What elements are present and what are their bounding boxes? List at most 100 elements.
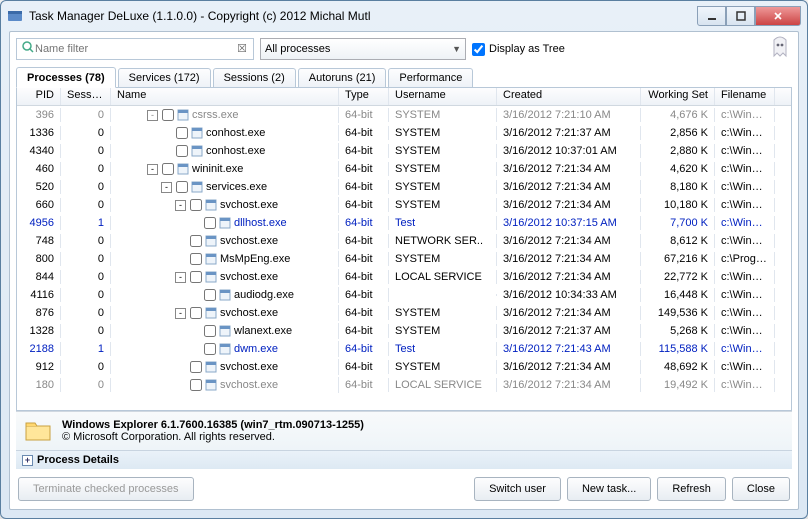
table-row[interactable]: 49561dllhost.exe64-bitTest3/16/2012 10:3… bbox=[17, 214, 791, 232]
tree-toggle-icon[interactable]: - bbox=[161, 182, 172, 193]
selected-copyright: © Microsoft Corporation. All rights rese… bbox=[62, 431, 275, 443]
process-name: svchost.exe bbox=[220, 235, 278, 247]
process-icon bbox=[204, 198, 218, 212]
row-checkbox[interactable] bbox=[204, 343, 216, 355]
client-area: ☒ All processes ▼ Display as Tree Proces… bbox=[9, 31, 799, 510]
expand-details-icon[interactable]: + bbox=[22, 455, 33, 466]
process-icon bbox=[204, 234, 218, 248]
table-row[interactable]: 8440-svchost.exe64-bitLOCAL SERVICE3/16/… bbox=[17, 268, 791, 286]
process-icon bbox=[176, 162, 190, 176]
row-checkbox[interactable] bbox=[190, 379, 202, 391]
row-checkbox[interactable] bbox=[190, 199, 202, 211]
app-window: Task Manager DeLuxe (1.1.0.0) - Copyrigh… bbox=[0, 0, 808, 519]
filter-box[interactable]: ☒ bbox=[16, 38, 254, 60]
maximize-button[interactable] bbox=[726, 6, 755, 26]
table-row[interactable]: 9120svchost.exe64-bitSYSTEM3/16/2012 7:2… bbox=[17, 358, 791, 376]
refresh-button[interactable]: Refresh bbox=[657, 477, 726, 501]
table-row[interactable]: 13360conhost.exe64-bitSYSTEM3/16/2012 7:… bbox=[17, 124, 791, 142]
col-workingset[interactable]: Working Set bbox=[641, 88, 715, 105]
button-bar: Terminate checked processes Switch user … bbox=[16, 469, 792, 503]
table-row[interactable]: 21881dwm.exe64-bitTest3/16/2012 7:21:43 … bbox=[17, 340, 791, 358]
chevron-down-icon: ▼ bbox=[452, 44, 461, 54]
tree-toggle-icon[interactable]: - bbox=[175, 272, 186, 283]
tree-toggle-icon[interactable]: - bbox=[147, 164, 158, 175]
col-username[interactable]: Username bbox=[389, 88, 497, 105]
process-name: conhost.exe bbox=[206, 145, 265, 157]
grid-body[interactable]: 3960-csrss.exe64-bitSYSTEM3/16/2012 7:21… bbox=[17, 106, 791, 410]
row-checkbox[interactable] bbox=[204, 217, 216, 229]
col-created[interactable]: Created bbox=[497, 88, 641, 105]
tree-check[interactable] bbox=[472, 43, 485, 56]
table-row[interactable]: 8760-svchost.exe64-bitSYSTEM3/16/2012 7:… bbox=[17, 304, 791, 322]
col-session[interactable]: Session bbox=[61, 88, 111, 105]
row-checkbox[interactable] bbox=[176, 145, 188, 157]
row-checkbox[interactable] bbox=[162, 163, 174, 175]
col-type[interactable]: Type bbox=[339, 88, 389, 105]
window-title: Task Manager DeLuxe (1.1.0.0) - Copyrigh… bbox=[29, 9, 697, 23]
table-row[interactable]: 43400conhost.exe64-bitSYSTEM3/16/2012 10… bbox=[17, 142, 791, 160]
process-name: services.exe bbox=[206, 181, 267, 193]
tab-strip: Processes (78)Services (172)Sessions (2)… bbox=[16, 66, 792, 88]
display-as-tree-checkbox[interactable]: Display as Tree bbox=[472, 43, 565, 56]
row-checkbox[interactable] bbox=[190, 361, 202, 373]
tab-services[interactable]: Services (172) bbox=[118, 68, 211, 87]
process-icon bbox=[190, 180, 204, 194]
process-icon bbox=[218, 342, 232, 356]
table-row[interactable]: 3960-csrss.exe64-bitSYSTEM3/16/2012 7:21… bbox=[17, 106, 791, 124]
col-name[interactable]: Name bbox=[111, 88, 339, 105]
process-name: svchost.exe bbox=[220, 307, 278, 319]
process-icon bbox=[204, 360, 218, 374]
tree-toggle-icon[interactable]: - bbox=[175, 308, 186, 319]
tab-autoruns[interactable]: Autoruns (21) bbox=[298, 68, 387, 87]
col-pid[interactable]: PID bbox=[17, 88, 61, 105]
col-filename[interactable]: Filename bbox=[715, 88, 775, 105]
table-row[interactable]: 8000MsMpEng.exe64-bitSYSTEM3/16/2012 7:2… bbox=[17, 250, 791, 268]
tree-toggle-icon[interactable]: - bbox=[147, 110, 158, 121]
minimize-button[interactable] bbox=[697, 6, 726, 26]
process-icon bbox=[190, 126, 204, 140]
table-row[interactable]: 4600-wininit.exe64-bitSYSTEM3/16/2012 7:… bbox=[17, 160, 791, 178]
row-checkbox[interactable] bbox=[190, 271, 202, 283]
terminate-button[interactable]: Terminate checked processes bbox=[18, 477, 194, 501]
process-details-header[interactable]: + Process Details bbox=[16, 450, 792, 469]
process-icon bbox=[218, 216, 232, 230]
row-checkbox[interactable] bbox=[190, 235, 202, 247]
process-icon bbox=[204, 378, 218, 392]
table-row[interactable]: 6600-svchost.exe64-bitSYSTEM3/16/2012 7:… bbox=[17, 196, 791, 214]
tab-sessions[interactable]: Sessions (2) bbox=[213, 68, 296, 87]
process-name: conhost.exe bbox=[206, 127, 265, 139]
name-filter-input[interactable] bbox=[35, 43, 235, 55]
row-checkbox[interactable] bbox=[204, 289, 216, 301]
row-checkbox[interactable] bbox=[176, 181, 188, 193]
close-app-button[interactable]: Close bbox=[732, 477, 790, 501]
table-row[interactable]: 1800svchost.exe64-bitLOCAL SERVICE3/16/2… bbox=[17, 376, 791, 394]
process-icon bbox=[176, 108, 190, 122]
switch-user-button[interactable]: Switch user bbox=[474, 477, 561, 501]
process-grid: PID Session Name Type Username Created W… bbox=[16, 88, 792, 411]
new-task-button[interactable]: New task... bbox=[567, 477, 651, 501]
selected-title: Windows Explorer 6.1.7600.16385 (win7_rt… bbox=[62, 419, 364, 431]
tree-toggle-icon[interactable]: - bbox=[175, 200, 186, 211]
close-button[interactable] bbox=[755, 6, 801, 26]
process-name: svchost.exe bbox=[220, 271, 278, 283]
row-checkbox[interactable] bbox=[176, 127, 188, 139]
process-icon bbox=[190, 144, 204, 158]
title-bar[interactable]: Task Manager DeLuxe (1.1.0.0) - Copyrigh… bbox=[1, 1, 807, 31]
process-icon bbox=[204, 270, 218, 284]
tab-performance[interactable]: Performance bbox=[388, 68, 473, 87]
grid-header: PID Session Name Type Username Created W… bbox=[17, 88, 791, 106]
table-row[interactable]: 13280wlanext.exe64-bitSYSTEM3/16/2012 7:… bbox=[17, 322, 791, 340]
row-checkbox[interactable] bbox=[162, 109, 174, 121]
process-name: wininit.exe bbox=[192, 163, 243, 175]
table-row[interactable]: 41160audiodg.exe64-bit3/16/2012 10:34:33… bbox=[17, 286, 791, 304]
table-row[interactable]: 7480svchost.exe64-bitNETWORK SER..3/16/2… bbox=[17, 232, 791, 250]
search-icon bbox=[21, 40, 35, 59]
row-checkbox[interactable] bbox=[190, 253, 202, 265]
process-name: svchost.exe bbox=[220, 361, 278, 373]
tab-processes[interactable]: Processes (78) bbox=[16, 67, 116, 88]
clear-filter-icon[interactable]: ☒ bbox=[235, 42, 249, 56]
table-row[interactable]: 5200-services.exe64-bitSYSTEM3/16/2012 7… bbox=[17, 178, 791, 196]
process-filter-combo[interactable]: All processes ▼ bbox=[260, 38, 466, 60]
row-checkbox[interactable] bbox=[204, 325, 216, 337]
row-checkbox[interactable] bbox=[190, 307, 202, 319]
